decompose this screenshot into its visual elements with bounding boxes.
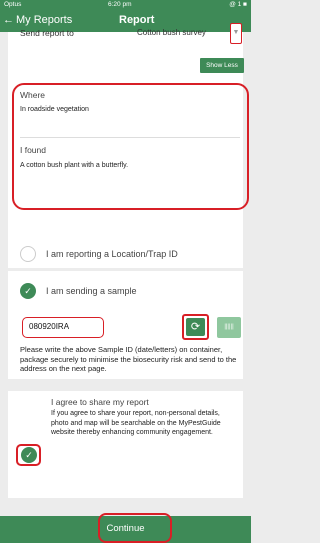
sample-instruction: Please write the above Sample ID (date/l… bbox=[20, 345, 237, 373]
agree-card bbox=[8, 391, 243, 498]
where-value[interactable]: In roadside vegetation bbox=[20, 106, 89, 113]
refresh-icon: ⟳ bbox=[186, 318, 205, 336]
found-value[interactable]: A cotton bush plant with a butterfly. bbox=[20, 162, 128, 169]
agree-description: If you agree to share your report, non-p… bbox=[51, 410, 221, 436]
sample-id-input[interactable]: 080920IRA bbox=[22, 317, 104, 338]
refresh-button[interactable]: ⟳ bbox=[182, 314, 209, 340]
location-option[interactable]: I am reporting a Location/Trap ID bbox=[20, 246, 178, 262]
status-bar: Optus 6:20 pm @ 1 ■ bbox=[0, 0, 251, 9]
back-button[interactable]: ← My Reports bbox=[3, 13, 72, 27]
chevron-down-icon[interactable]: ▼ bbox=[230, 23, 242, 44]
sample-option[interactable]: ✓ I am sending a sample bbox=[20, 283, 137, 299]
where-found-highlight bbox=[12, 83, 249, 210]
back-arrow-icon: ← bbox=[3, 14, 14, 26]
show-less-button[interactable]: Show Less bbox=[200, 58, 244, 73]
radio-unchecked-icon bbox=[20, 246, 36, 262]
found-label: I found bbox=[20, 145, 46, 155]
send-report-label: Send report to bbox=[20, 28, 74, 38]
agree-title: I agree to share my report bbox=[51, 397, 149, 407]
page-title: Report bbox=[119, 14, 155, 26]
barcode-icon[interactable]: |||||| bbox=[217, 317, 241, 338]
check-icon: ✓ bbox=[20, 283, 36, 299]
continue-button[interactable]: Continue bbox=[0, 523, 251, 534]
divider bbox=[20, 137, 240, 138]
carrier-label: Optus bbox=[4, 1, 22, 8]
status-time: 6:20 pm bbox=[108, 1, 132, 8]
where-label: Where bbox=[20, 90, 46, 100]
agree-checkbox[interactable]: ✓ bbox=[21, 447, 37, 463]
location-option-label: I am reporting a Location/Trap ID bbox=[46, 249, 178, 259]
send-report-select[interactable]: Cotton bush survey bbox=[137, 28, 206, 37]
sample-option-label: I am sending a sample bbox=[46, 286, 137, 296]
back-label: My Reports bbox=[16, 14, 73, 26]
status-icons: @ 1 ■ bbox=[229, 1, 247, 8]
